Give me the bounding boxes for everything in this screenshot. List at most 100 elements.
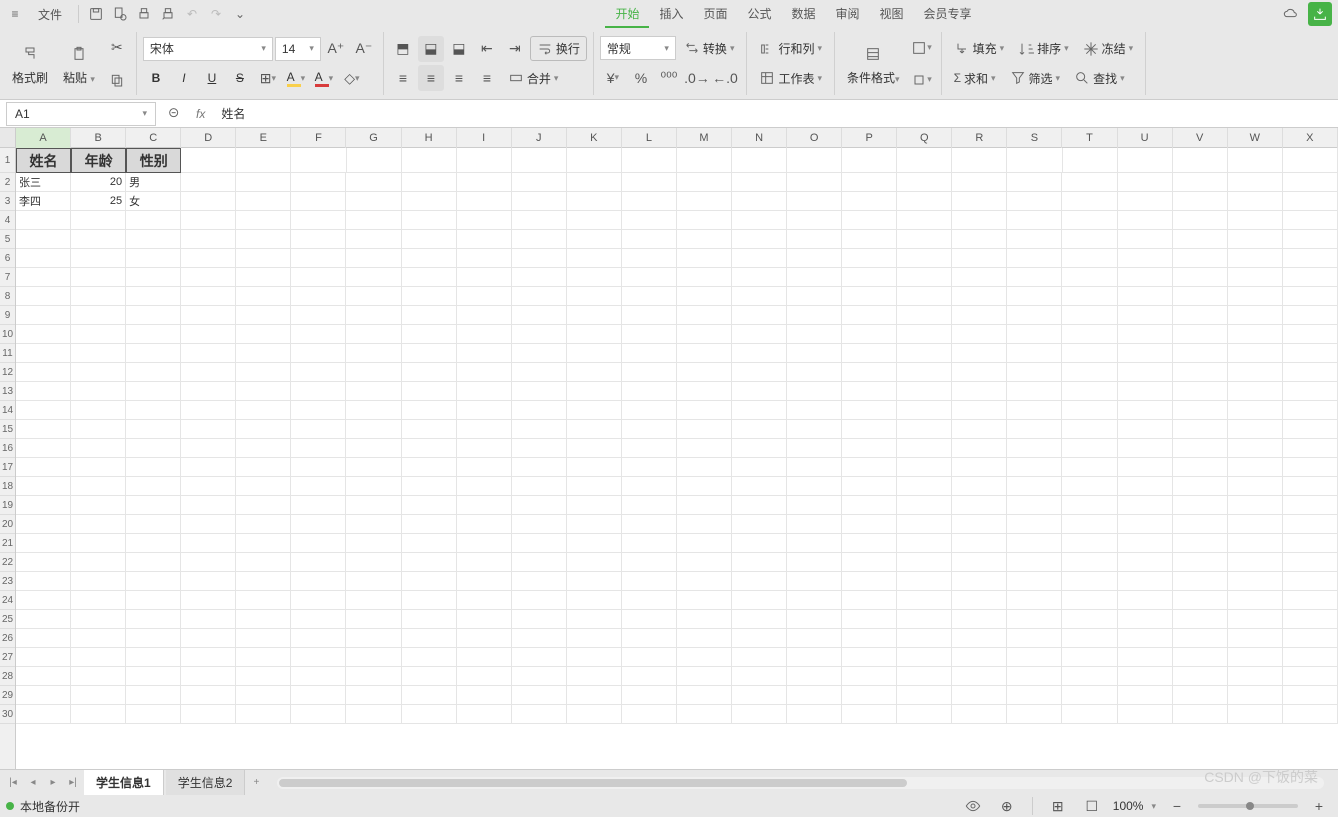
cell[interactable]: [181, 458, 236, 477]
cell[interactable]: [346, 211, 401, 230]
col-header-E[interactable]: E: [236, 128, 291, 148]
cell[interactable]: [512, 458, 567, 477]
cell[interactable]: [952, 591, 1007, 610]
cell[interactable]: [402, 705, 457, 724]
cell[interactable]: [402, 534, 457, 553]
cell[interactable]: [457, 686, 512, 705]
cell[interactable]: [842, 363, 897, 382]
cell[interactable]: [677, 686, 732, 705]
table-style-icon[interactable]: ▾: [909, 35, 935, 61]
font-color-button[interactable]: A▾: [311, 65, 337, 91]
cell[interactable]: [622, 515, 677, 534]
cell[interactable]: [1228, 401, 1283, 420]
cell[interactable]: [181, 382, 236, 401]
cell[interactable]: [1007, 325, 1062, 344]
cell[interactable]: [897, 667, 952, 686]
cell[interactable]: [291, 591, 346, 610]
cell[interactable]: [236, 648, 291, 667]
cell[interactable]: [346, 192, 401, 211]
cell[interactable]: [457, 230, 512, 249]
fill-color-button[interactable]: A▾: [283, 65, 309, 91]
cell[interactable]: [567, 230, 622, 249]
cell[interactable]: [622, 363, 677, 382]
cell[interactable]: [677, 458, 732, 477]
filter-button[interactable]: 筛选▾: [1004, 67, 1067, 90]
cell[interactable]: [1007, 344, 1062, 363]
cell[interactable]: [291, 306, 346, 325]
row-header[interactable]: 20: [0, 515, 15, 534]
cell[interactable]: [402, 458, 457, 477]
cell[interactable]: [1062, 477, 1117, 496]
cell[interactable]: [787, 249, 842, 268]
cell[interactable]: [732, 477, 787, 496]
cell[interactable]: [1228, 439, 1283, 458]
cell[interactable]: [1228, 477, 1283, 496]
cell[interactable]: [1283, 610, 1338, 629]
row-header[interactable]: 24: [0, 591, 15, 610]
cell[interactable]: [842, 148, 897, 173]
cell[interactable]: [346, 629, 401, 648]
name-box[interactable]: A1▾: [6, 102, 156, 126]
redo-icon[interactable]: ↷: [205, 3, 227, 25]
cell[interactable]: [677, 230, 732, 249]
cell[interactable]: [732, 648, 787, 667]
cell[interactable]: [952, 363, 1007, 382]
cell[interactable]: [16, 439, 71, 458]
share-icon[interactable]: [1308, 2, 1332, 26]
cell[interactable]: [1118, 686, 1173, 705]
cell[interactable]: [291, 148, 346, 173]
cell[interactable]: [457, 515, 512, 534]
cell[interactable]: 姓名: [16, 148, 71, 173]
cell[interactable]: [842, 306, 897, 325]
cell[interactable]: [787, 420, 842, 439]
cell[interactable]: [952, 420, 1007, 439]
row-header[interactable]: 4: [0, 211, 15, 230]
cell[interactable]: [1283, 496, 1338, 515]
cell[interactable]: [1118, 629, 1173, 648]
cell[interactable]: [402, 686, 457, 705]
cell[interactable]: [1118, 648, 1173, 667]
cell[interactable]: [181, 420, 236, 439]
cell[interactable]: [1062, 420, 1117, 439]
cell[interactable]: [126, 572, 181, 591]
cell[interactable]: [71, 515, 126, 534]
cell[interactable]: [897, 401, 952, 420]
tab-page[interactable]: 页面: [693, 1, 737, 28]
cell[interactable]: [512, 344, 567, 363]
cell[interactable]: [402, 420, 457, 439]
cell[interactable]: [787, 572, 842, 591]
cell[interactable]: [126, 230, 181, 249]
copy-icon[interactable]: [104, 67, 130, 93]
align-bottom-icon[interactable]: ⬓: [446, 36, 472, 62]
cell[interactable]: [1173, 553, 1228, 572]
cell[interactable]: [1118, 610, 1173, 629]
cell[interactable]: [952, 439, 1007, 458]
cell[interactable]: [952, 192, 1007, 211]
cell[interactable]: [1283, 268, 1338, 287]
cell[interactable]: [622, 458, 677, 477]
cell[interactable]: [732, 439, 787, 458]
cell[interactable]: [16, 515, 71, 534]
cell[interactable]: [1118, 420, 1173, 439]
row-header[interactable]: 25: [0, 610, 15, 629]
cell[interactable]: [457, 629, 512, 648]
cell[interactable]: [952, 648, 1007, 667]
cell[interactable]: [1062, 344, 1117, 363]
cell[interactable]: [1007, 306, 1062, 325]
cell[interactable]: [732, 401, 787, 420]
cell[interactable]: [181, 148, 236, 173]
cell[interactable]: [622, 553, 677, 572]
format-painter-button[interactable]: 格式刷: [6, 40, 54, 88]
cell[interactable]: [291, 211, 346, 230]
cell[interactable]: [512, 705, 567, 724]
cell[interactable]: [732, 610, 787, 629]
cell[interactable]: [1007, 268, 1062, 287]
col-header-I[interactable]: I: [457, 128, 512, 148]
cell[interactable]: [677, 534, 732, 553]
cell[interactable]: [1228, 148, 1283, 173]
col-header-U[interactable]: U: [1118, 128, 1173, 148]
align-middle-icon[interactable]: ⬓: [418, 36, 444, 62]
cell[interactable]: [512, 211, 567, 230]
col-header-N[interactable]: N: [732, 128, 787, 148]
cell[interactable]: 张三: [16, 173, 71, 192]
